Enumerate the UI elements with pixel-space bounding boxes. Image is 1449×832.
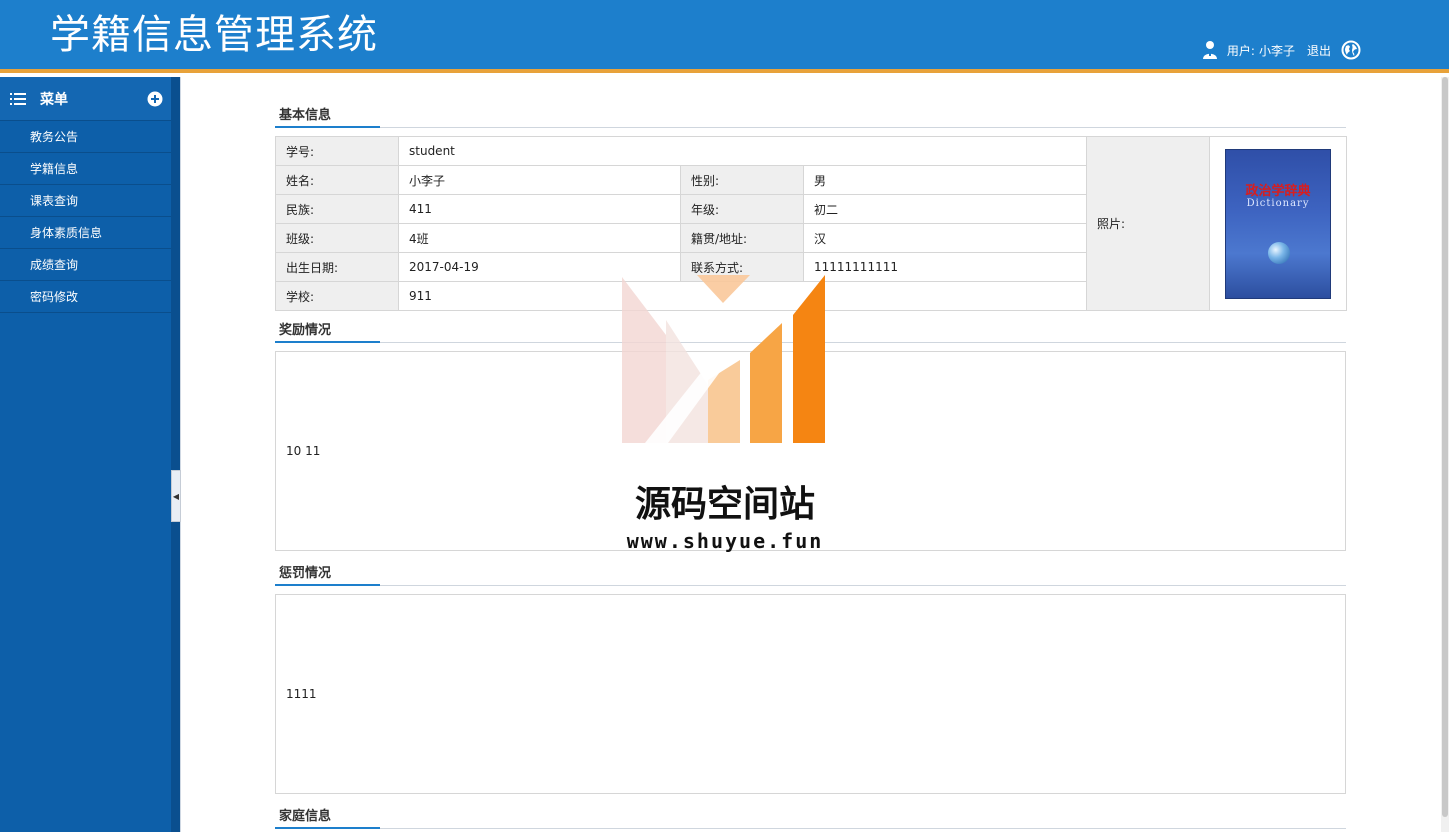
section-title: 家庭信息 bbox=[279, 809, 332, 824]
sidebar-item-grades[interactable]: 成绩查询 bbox=[0, 249, 171, 281]
birth-value: 2017-04-19 bbox=[398, 252, 681, 282]
contact-label: 联系方式: bbox=[680, 252, 804, 282]
user-icon bbox=[1202, 41, 1217, 59]
sidebar-splitter[interactable] bbox=[171, 77, 181, 832]
rewards-content: 10 11 bbox=[286, 444, 321, 458]
section-title: 奖励情况 bbox=[279, 323, 332, 338]
sidebar-item-announcements[interactable]: 教务公告 bbox=[0, 121, 171, 153]
section-title: 惩罚情况 bbox=[279, 566, 332, 581]
user-label: 用户: bbox=[1226, 43, 1255, 58]
gender-label: 性别: bbox=[680, 165, 804, 195]
app-header: 学籍信息管理系统 用户: 小李子 退出 bbox=[0, 0, 1449, 73]
name-label: 姓名: bbox=[275, 165, 399, 195]
app-title: 学籍信息管理系统 bbox=[50, 12, 378, 58]
photo-cell: 政治学辞典 Dictionary bbox=[1209, 136, 1348, 311]
globe-image bbox=[1268, 241, 1291, 264]
grade-value: 初二 bbox=[802, 194, 1088, 224]
gender-value: 男 bbox=[802, 165, 1088, 195]
grade-label: 年级: bbox=[680, 194, 804, 224]
sidebar-item-password[interactable]: 密码修改 bbox=[0, 281, 171, 313]
origin-value: 汉 bbox=[802, 223, 1088, 253]
globe-icon[interactable] bbox=[1341, 40, 1361, 60]
origin-label: 籍贯/地址: bbox=[680, 223, 804, 253]
username: 小李子 bbox=[1258, 43, 1295, 58]
basic-info-table: 学号: student 照片: 政治学辞典 Dictionary 姓名: 小李子… bbox=[275, 136, 1348, 311]
student-no-value: student bbox=[397, 136, 1088, 166]
rewards-box: 10 11 bbox=[275, 351, 1346, 551]
section-rewards: 奖励情况 bbox=[275, 311, 1346, 343]
main-content: 基本信息 学号: student 照片: 政治学辞典 Dictionary 姓名… bbox=[275, 96, 1348, 829]
section-title: 基本信息 bbox=[279, 108, 332, 123]
plus-circle-icon[interactable] bbox=[147, 91, 163, 107]
triangle-left-icon: ◀ bbox=[172, 491, 180, 501]
sidebar-item-fitness[interactable]: 身体素质信息 bbox=[0, 217, 171, 249]
sidebar: 菜单 教务公告 学籍信息 课表查询 身体素质信息 成绩查询 密码修改 bbox=[0, 77, 171, 832]
menu-header: 菜单 bbox=[0, 77, 171, 121]
sidebar-item-student-info[interactable]: 学籍信息 bbox=[0, 153, 171, 185]
logout-link[interactable]: 退出 bbox=[1307, 42, 1331, 59]
section-family: 家庭信息 bbox=[275, 797, 1346, 829]
collapse-sidebar-button[interactable]: ◀ bbox=[171, 470, 181, 522]
menu-title: 菜单 bbox=[40, 91, 68, 108]
class-value: 4班 bbox=[398, 223, 681, 253]
ethnicity-label: 民族: bbox=[275, 194, 399, 224]
student-photo: 政治学辞典 Dictionary bbox=[1225, 148, 1332, 299]
vertical-scrollbar[interactable] bbox=[1441, 77, 1449, 832]
photo-label: 照片: bbox=[1086, 136, 1211, 311]
section-basic-info: 基本信息 bbox=[275, 96, 1346, 128]
section-punishments: 惩罚情况 bbox=[275, 554, 1346, 586]
birth-label: 出生日期: bbox=[275, 252, 399, 282]
scrollbar-thumb[interactable] bbox=[1442, 77, 1448, 817]
punishments-box: 1111 bbox=[275, 594, 1346, 794]
punishments-content: 1111 bbox=[286, 687, 317, 701]
user-area: 用户: 小李子 退出 bbox=[1201, 40, 1361, 60]
student-no-label: 学号: bbox=[275, 136, 399, 166]
photo-title: 政治学辞典 bbox=[1245, 183, 1311, 199]
sidebar-item-timetable[interactable]: 课表查询 bbox=[0, 185, 171, 217]
list-icon bbox=[10, 92, 26, 105]
class-label: 班级: bbox=[275, 223, 399, 253]
table-row: 学号: student 照片: 政治学辞典 Dictionary bbox=[275, 136, 1348, 311]
ethnicity-value: 411 bbox=[398, 194, 681, 224]
name-value: 小李子 bbox=[398, 165, 681, 195]
school-value: 911 bbox=[397, 281, 1088, 311]
contact-value: 11111111111 bbox=[802, 252, 1088, 282]
photo-subtitle: Dictionary bbox=[1246, 197, 1310, 209]
school-label: 学校: bbox=[275, 281, 399, 311]
